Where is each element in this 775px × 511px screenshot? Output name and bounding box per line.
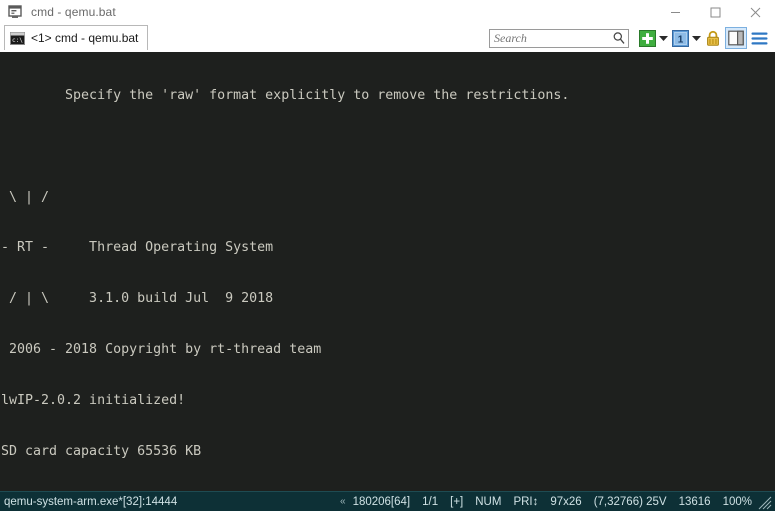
status-num-lock: NUM	[475, 495, 502, 508]
status-zoom[interactable]: 100%	[717, 496, 758, 508]
maximize-icon[interactable]	[695, 0, 735, 24]
admin-lock-button[interactable]	[703, 28, 723, 48]
search-box[interactable]	[489, 28, 629, 48]
active-console-button[interactable]: 1	[670, 28, 690, 48]
main-menu-button[interactable]	[749, 28, 769, 48]
resize-grip-icon[interactable]	[758, 494, 772, 510]
minimize-icon[interactable]	[655, 0, 695, 24]
console-app-icon	[7, 4, 23, 20]
new-console-dropdown[interactable]	[658, 28, 669, 48]
new-console-button[interactable]	[637, 28, 657, 48]
active-console-dropdown[interactable]	[691, 28, 702, 48]
status-priority: PRI↕	[513, 495, 539, 508]
title-bar[interactable]: cmd - qemu.bat	[0, 0, 775, 24]
status-cursor-position: (7,32766) 25V	[593, 495, 667, 508]
window-controls	[655, 0, 775, 24]
terminal-line: 2006 - 2018 Copyright by rt-thread team	[1, 342, 322, 358]
status-build: 180206[64]	[352, 495, 411, 508]
status-bar: qemu-system-arm.exe*[32]:14444 « 180206[…	[0, 491, 775, 511]
svg-text:c:\: c:\	[12, 37, 23, 44]
terminal-line: SD card capacity 65536 KB	[1, 443, 202, 459]
tab-label: <1> cmd - qemu.bat	[31, 31, 139, 45]
status-memory: 13616	[678, 495, 711, 508]
toolbar: 1	[489, 24, 775, 52]
window-title: cmd - qemu.bat	[31, 5, 116, 19]
tab-console-1[interactable]: c:\ <1> cmd - qemu.bat	[4, 25, 149, 50]
terminal-lines: Specify the 'raw' format explicitly to r…	[0, 54, 775, 491]
status-scroll: [+]	[450, 495, 464, 508]
console-tab-icon: c:\	[10, 31, 25, 45]
terminal-output[interactable]: Specify the 'raw' format explicitly to r…	[0, 52, 775, 491]
svg-text:1: 1	[677, 34, 683, 45]
tab-toolbar-row: c:\ <1> cmd - qemu.bat Search 1	[0, 24, 775, 52]
terminal-line: Specify the 'raw' format explicitly to r…	[1, 87, 570, 103]
status-pages: 1/1	[422, 495, 439, 508]
close-icon[interactable]	[735, 0, 775, 24]
terminal-line: \ | /	[1, 189, 50, 205]
split-pane-button[interactable]	[725, 27, 747, 49]
status-process: qemu-system-arm.exe*[32]:14444	[4, 495, 178, 508]
status-right-group: « 180206[64] 1/1 [+] NUM PRI↕ 97x26 (7,3…	[340, 494, 775, 510]
terminal-line: - RT - Thread Operating System	[1, 240, 274, 256]
search-icon[interactable]	[612, 31, 626, 45]
conemu-window: cmd - qemu.bat c:\ <1> cmd - qemu.bat Se…	[0, 0, 775, 511]
terminal-line: lwIP-2.0.2 initialized!	[1, 392, 186, 408]
search-input[interactable]	[494, 30, 612, 46]
terminal-line: / | \ 3.1.0 build Jul 9 2018	[1, 291, 274, 307]
status-size: 97x26	[550, 495, 582, 508]
